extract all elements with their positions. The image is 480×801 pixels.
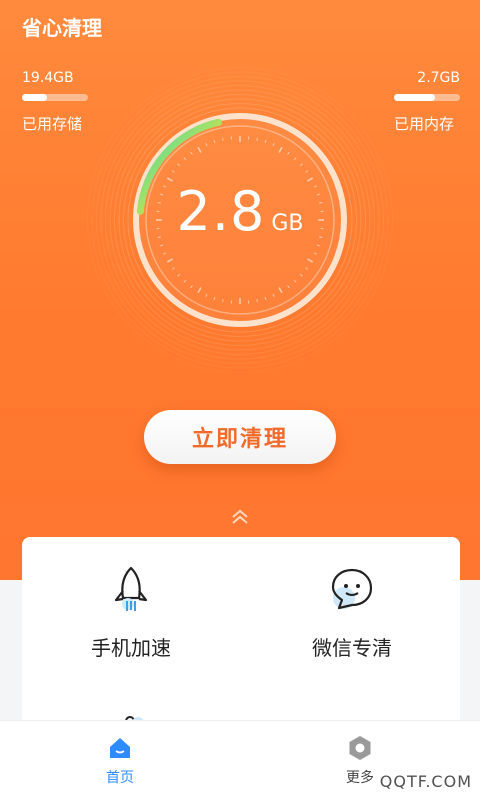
- gauge-tick: [223, 138, 224, 141]
- more-icon: [347, 735, 373, 761]
- tab-home-label: 首页: [80, 767, 160, 787]
- memory-label: 已用内存: [394, 113, 460, 134]
- chat-icon: [327, 564, 377, 614]
- tool-phone-speedup[interactable]: 手机加速: [41, 564, 221, 661]
- storage-value: 19.4GB: [22, 70, 88, 86]
- gauge-unit: GB: [271, 211, 303, 236]
- watermark-text: QQTF.COM: [380, 772, 472, 791]
- gauge-tick: [223, 299, 224, 302]
- memory-progress-fill: [394, 94, 435, 101]
- clean-now-button[interactable]: 立即清理: [144, 410, 336, 464]
- storage-progress-fill: [22, 94, 47, 101]
- storage-progress-bar: [22, 94, 88, 101]
- gauge-tick: [257, 299, 258, 302]
- memory-progress-bar: [394, 94, 460, 101]
- gauge-tick: [257, 138, 258, 141]
- memory-value: 2.7GB: [394, 70, 460, 86]
- gauge-value: 2.8: [176, 180, 265, 243]
- home-icon: [107, 735, 133, 761]
- tool-wechat-clean[interactable]: 微信专清: [262, 564, 442, 661]
- storage-stat: 19.4GB 已用存储: [22, 70, 88, 134]
- gauge-readout: 2.8GB: [80, 180, 400, 243]
- app-title: 省心清理: [22, 12, 102, 41]
- rocket-icon: [106, 564, 156, 614]
- memory-stat: 2.7GB 已用内存: [394, 70, 460, 134]
- chevron-up-icon[interactable]: [229, 506, 251, 528]
- tab-home[interactable]: 首页: [80, 735, 160, 787]
- tools-card: 手机加速 微信专清: [22, 537, 460, 737]
- tool-label: 手机加速: [41, 632, 221, 661]
- tool-label: 微信专清: [262, 632, 442, 661]
- storage-label: 已用存储: [22, 113, 88, 134]
